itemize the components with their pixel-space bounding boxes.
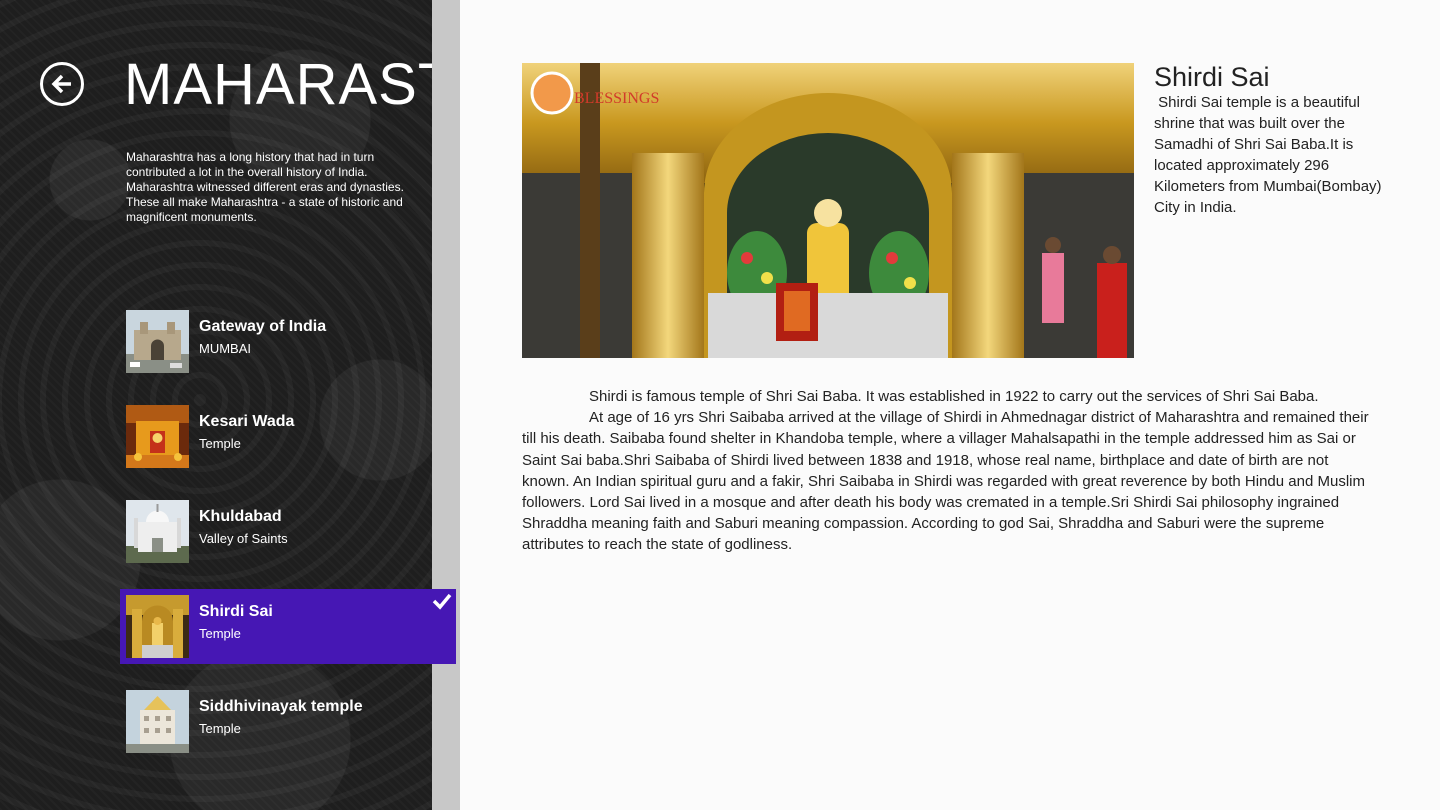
page-title: MAHARASTRA bbox=[124, 52, 432, 117]
list-item-subtitle: Temple bbox=[199, 626, 241, 641]
list-item-siddhivinayak-temple[interactable]: Siddhivinayak temple Temple bbox=[120, 684, 456, 759]
list-item-title: Khuldabad bbox=[199, 508, 282, 525]
back-button[interactable] bbox=[40, 62, 84, 106]
detail-paragraph-2: At age of 16 yrs Shri Saibaba arrived at… bbox=[522, 409, 1369, 554]
list-item-subtitle: MUMBAI bbox=[199, 341, 251, 356]
list-item-subtitle: Temple bbox=[199, 436, 241, 451]
list-item-title: Siddhivinayak temple bbox=[199, 698, 363, 715]
shirdi-sai-thumbnail bbox=[126, 595, 189, 658]
intro-text: Maharashtra has a long history that had … bbox=[126, 150, 404, 224]
detail-body: Shirdi is famous temple of Shri Sai Baba… bbox=[522, 386, 1372, 556]
list-item-title: Shirdi Sai bbox=[199, 603, 273, 620]
list-item-khuldabad[interactable]: Khuldabad Valley of Saints bbox=[120, 494, 456, 569]
list-item-kesari-wada[interactable]: Kesari Wada Temple bbox=[120, 399, 456, 474]
location-list: Gateway of India MUMBAI Kesari Wada Temp… bbox=[120, 304, 456, 779]
back-arrow-icon bbox=[51, 74, 71, 94]
list-item-shirdi-sai[interactable]: Shirdi Sai Temple bbox=[120, 589, 456, 664]
list-item-title: Kesari Wada bbox=[199, 413, 295, 430]
hero-image: BLESSINGS bbox=[522, 63, 1134, 358]
detail-summary: Shirdi Sai temple is a beautiful shrine … bbox=[1154, 92, 1394, 218]
watermark-text: BLESSINGS bbox=[574, 90, 659, 107]
temple-photo: BLESSINGS bbox=[522, 63, 1134, 358]
list-item-gateway-of-india[interactable]: Gateway of India MUMBAI bbox=[120, 304, 456, 379]
khuldabad-thumbnail bbox=[126, 500, 189, 563]
siddhivinayak-temple-thumbnail bbox=[126, 690, 189, 753]
list-item-title: Gateway of India bbox=[199, 318, 327, 335]
list-item-subtitle: Temple bbox=[199, 721, 241, 736]
checkmark-icon bbox=[432, 593, 452, 610]
detail-summary-text: Shirdi Sai temple is a beautiful shrine … bbox=[1154, 94, 1382, 216]
detail-paragraph-1: Shirdi is famous temple of Shri Sai Baba… bbox=[589, 388, 1319, 405]
kesari-wada-thumbnail bbox=[126, 405, 189, 468]
gateway-of-india-thumbnail bbox=[126, 310, 189, 373]
list-item-subtitle: Valley of Saints bbox=[199, 531, 288, 546]
detail-title: Shirdi Sai bbox=[1154, 62, 1270, 92]
